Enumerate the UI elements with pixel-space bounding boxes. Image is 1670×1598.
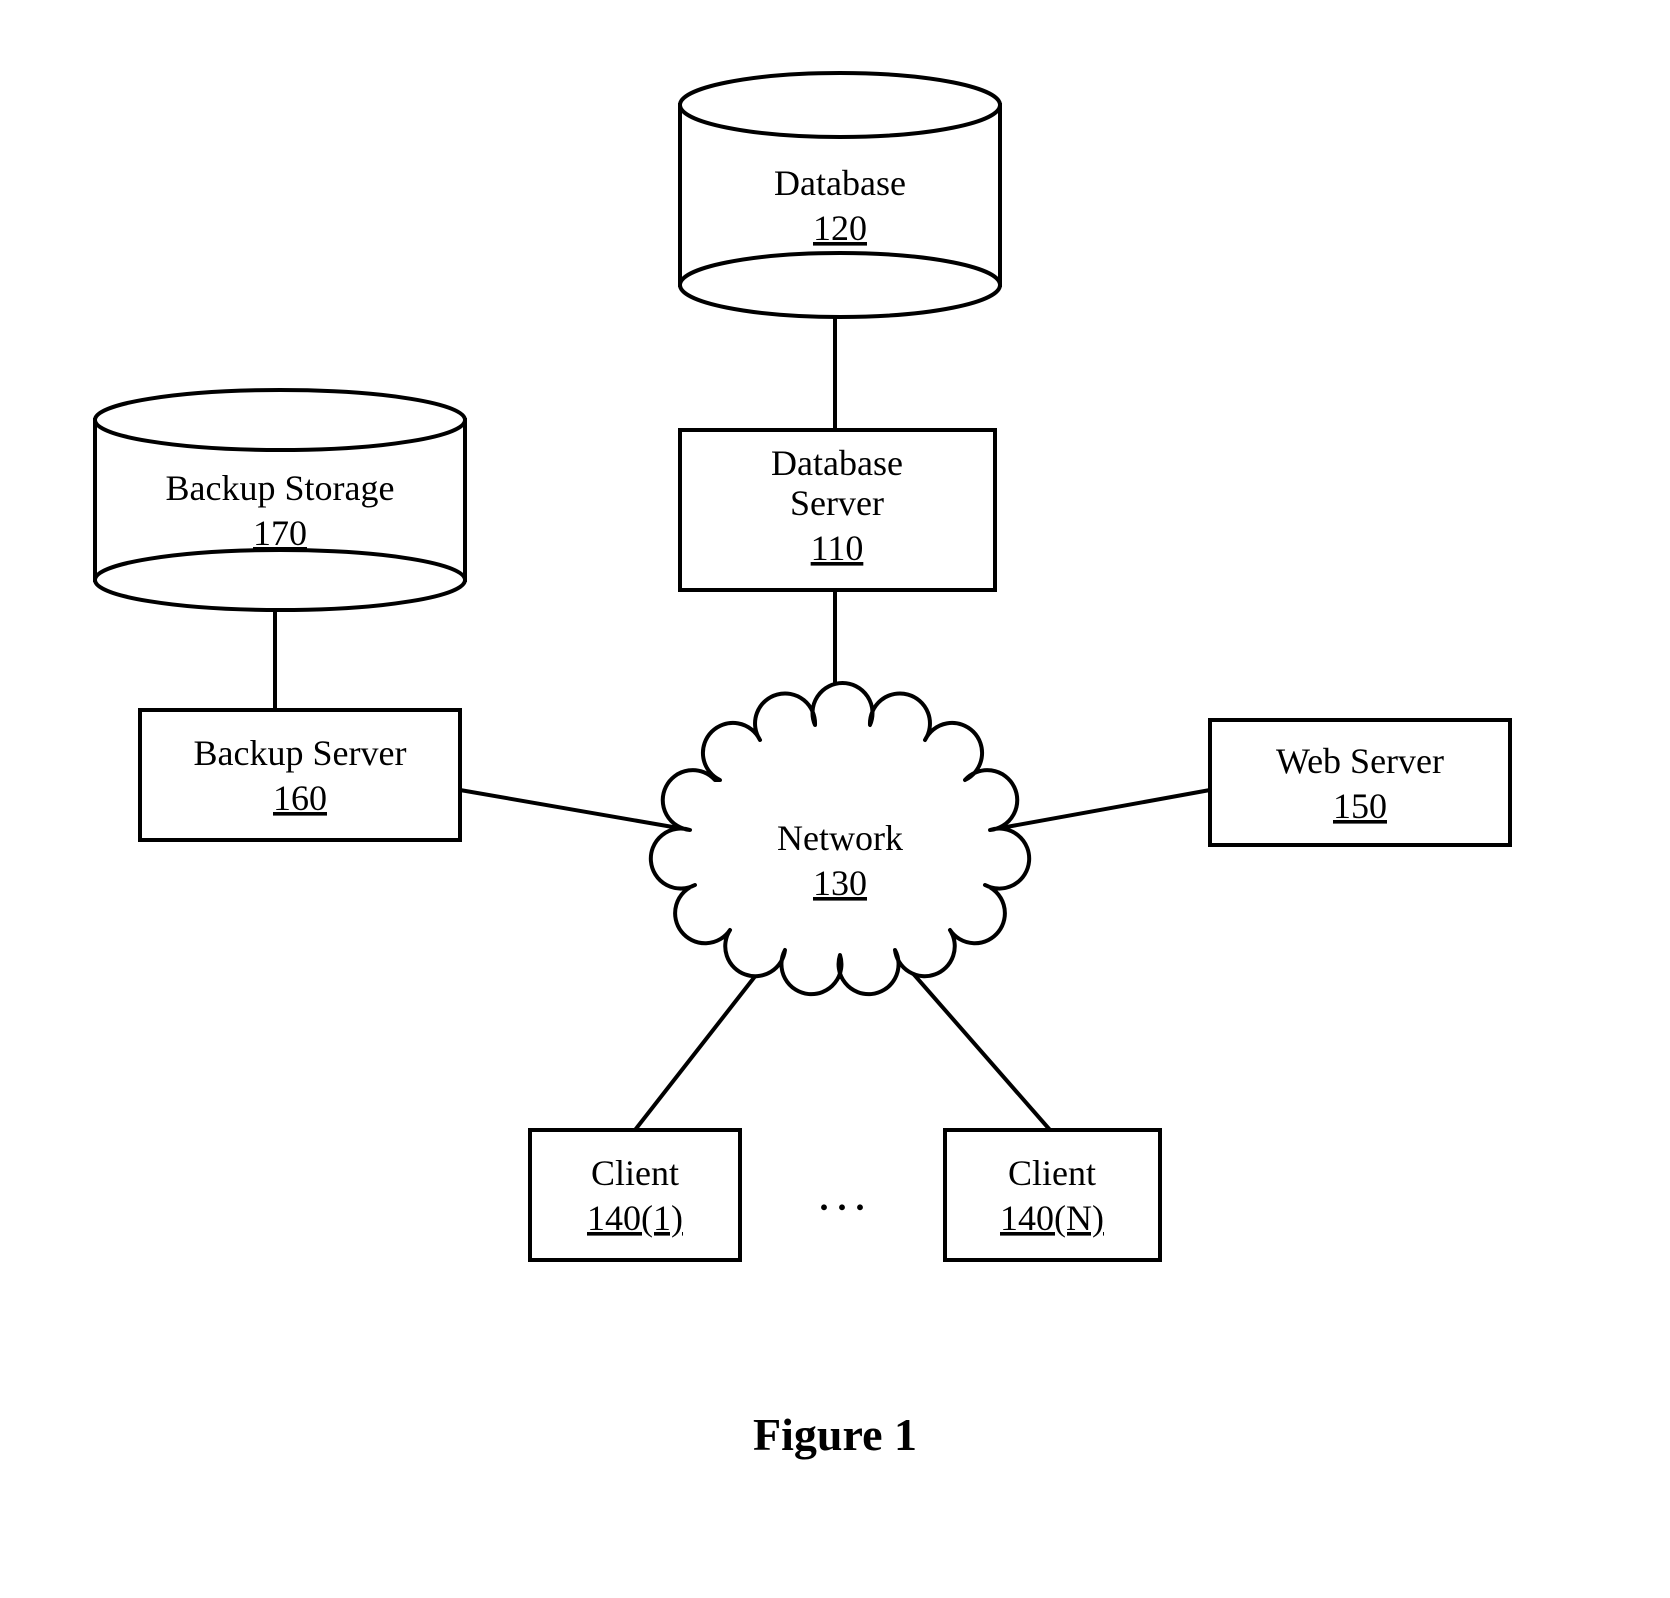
client-1-label: Client [591, 1153, 679, 1193]
conn-network-to-client1 [635, 970, 760, 1130]
conn-network-to-clientN [910, 970, 1050, 1130]
client-1-box: Client 140(1) [530, 1130, 740, 1260]
network-num: 130 [813, 863, 867, 903]
network-label: Network [777, 818, 903, 858]
backup-storage-num: 170 [253, 513, 307, 553]
web-server-num: 150 [1333, 786, 1387, 826]
client-n-label: Client [1008, 1153, 1096, 1193]
database-server-label-l2: Server [790, 483, 884, 523]
backup-storage-label: Backup Storage [166, 468, 395, 508]
database-label: Database [774, 163, 906, 203]
network-cloud: Network 130 [651, 683, 1029, 994]
database-server-num: 110 [811, 528, 864, 568]
database-cylinder: Database 120 [680, 73, 1000, 317]
network-diagram: Database 120 Backup Storage 170 Database… [0, 0, 1670, 1598]
figure-caption: Figure 1 [753, 1409, 917, 1460]
backup-server-box: Backup Server 160 [140, 710, 460, 840]
backup-server-label: Backup Server [194, 733, 407, 773]
web-server-box: Web Server 150 [1210, 720, 1510, 845]
database-server-box: Database Server 110 [680, 430, 995, 590]
database-num: 120 [813, 208, 867, 248]
backup-storage-cylinder: Backup Storage 170 [95, 390, 465, 610]
client-n-box: Client 140(N) [945, 1130, 1160, 1260]
database-server-label-l1: Database [771, 443, 903, 483]
conn-webserver-to-network [990, 790, 1210, 830]
backup-server-num: 160 [273, 778, 327, 818]
web-server-label: Web Server [1276, 741, 1444, 781]
conn-backupserver-to-network [460, 790, 690, 830]
client-n-num: 140(N) [1000, 1198, 1104, 1238]
ellipsis: . . . [820, 1178, 865, 1218]
client-1-num: 140(1) [587, 1198, 683, 1238]
